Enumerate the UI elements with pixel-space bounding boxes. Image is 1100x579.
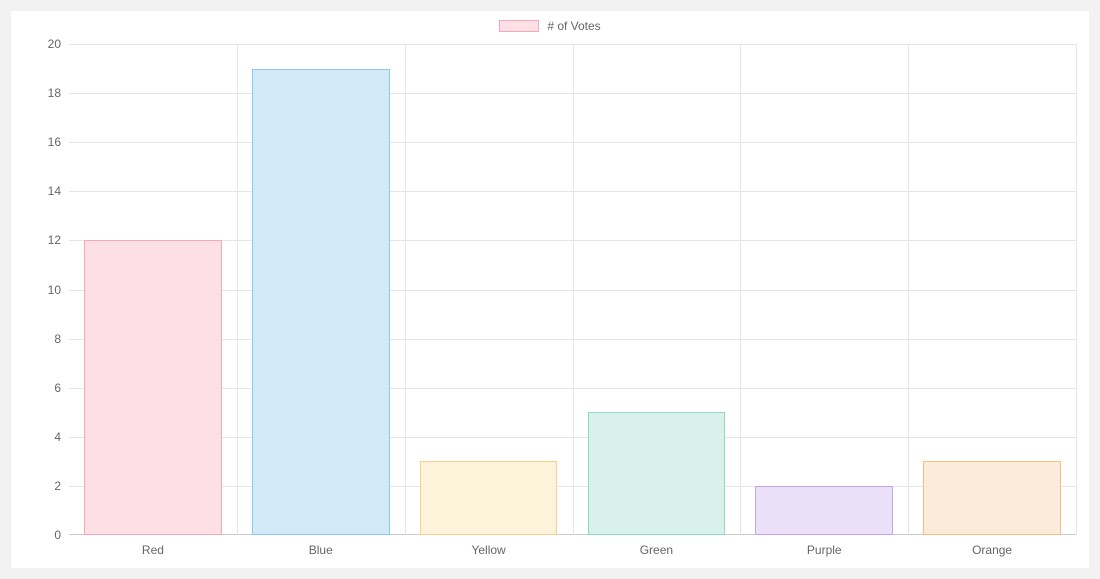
bar-red[interactable] — [84, 240, 222, 535]
y-tick-label: 8 — [54, 332, 69, 346]
legend-swatch — [499, 20, 539, 32]
y-tick-label: 10 — [48, 283, 69, 297]
y-tick-label: 16 — [48, 135, 69, 149]
y-tick-label: 4 — [54, 430, 69, 444]
y-tick-label: 6 — [54, 381, 69, 395]
y-tick-label: 20 — [48, 37, 69, 51]
gridline-x — [405, 44, 406, 535]
y-tick-label: 0 — [54, 528, 69, 542]
legend-label: # of Votes — [547, 19, 600, 33]
bar-orange[interactable] — [923, 461, 1061, 535]
bar-yellow[interactable] — [420, 461, 558, 535]
x-tick-label: Yellow — [471, 535, 505, 557]
y-tick-label: 14 — [48, 184, 69, 198]
x-tick-label: Red — [142, 535, 164, 557]
x-tick-label: Orange — [972, 535, 1012, 557]
bar-green[interactable] — [588, 412, 726, 535]
x-tick-label: Green — [640, 535, 673, 557]
x-tick-label: Blue — [309, 535, 333, 557]
y-tick-label: 12 — [48, 233, 69, 247]
chart-canvas: # of Votes 02468101214161820RedBlueYello… — [11, 11, 1089, 568]
bar-purple[interactable] — [755, 486, 893, 535]
gridline-x — [573, 44, 574, 535]
y-tick-label: 2 — [54, 479, 69, 493]
x-tick-label: Purple — [807, 535, 842, 557]
gridline-x — [740, 44, 741, 535]
chart-legend[interactable]: # of Votes — [11, 19, 1089, 33]
bar-blue[interactable] — [252, 69, 390, 535]
gridline-x — [1076, 44, 1077, 535]
y-tick-label: 18 — [48, 86, 69, 100]
chart-plot-area: 02468101214161820RedBlueYellowGreenPurpl… — [69, 44, 1076, 535]
gridline-x — [237, 44, 238, 535]
gridline-x — [908, 44, 909, 535]
